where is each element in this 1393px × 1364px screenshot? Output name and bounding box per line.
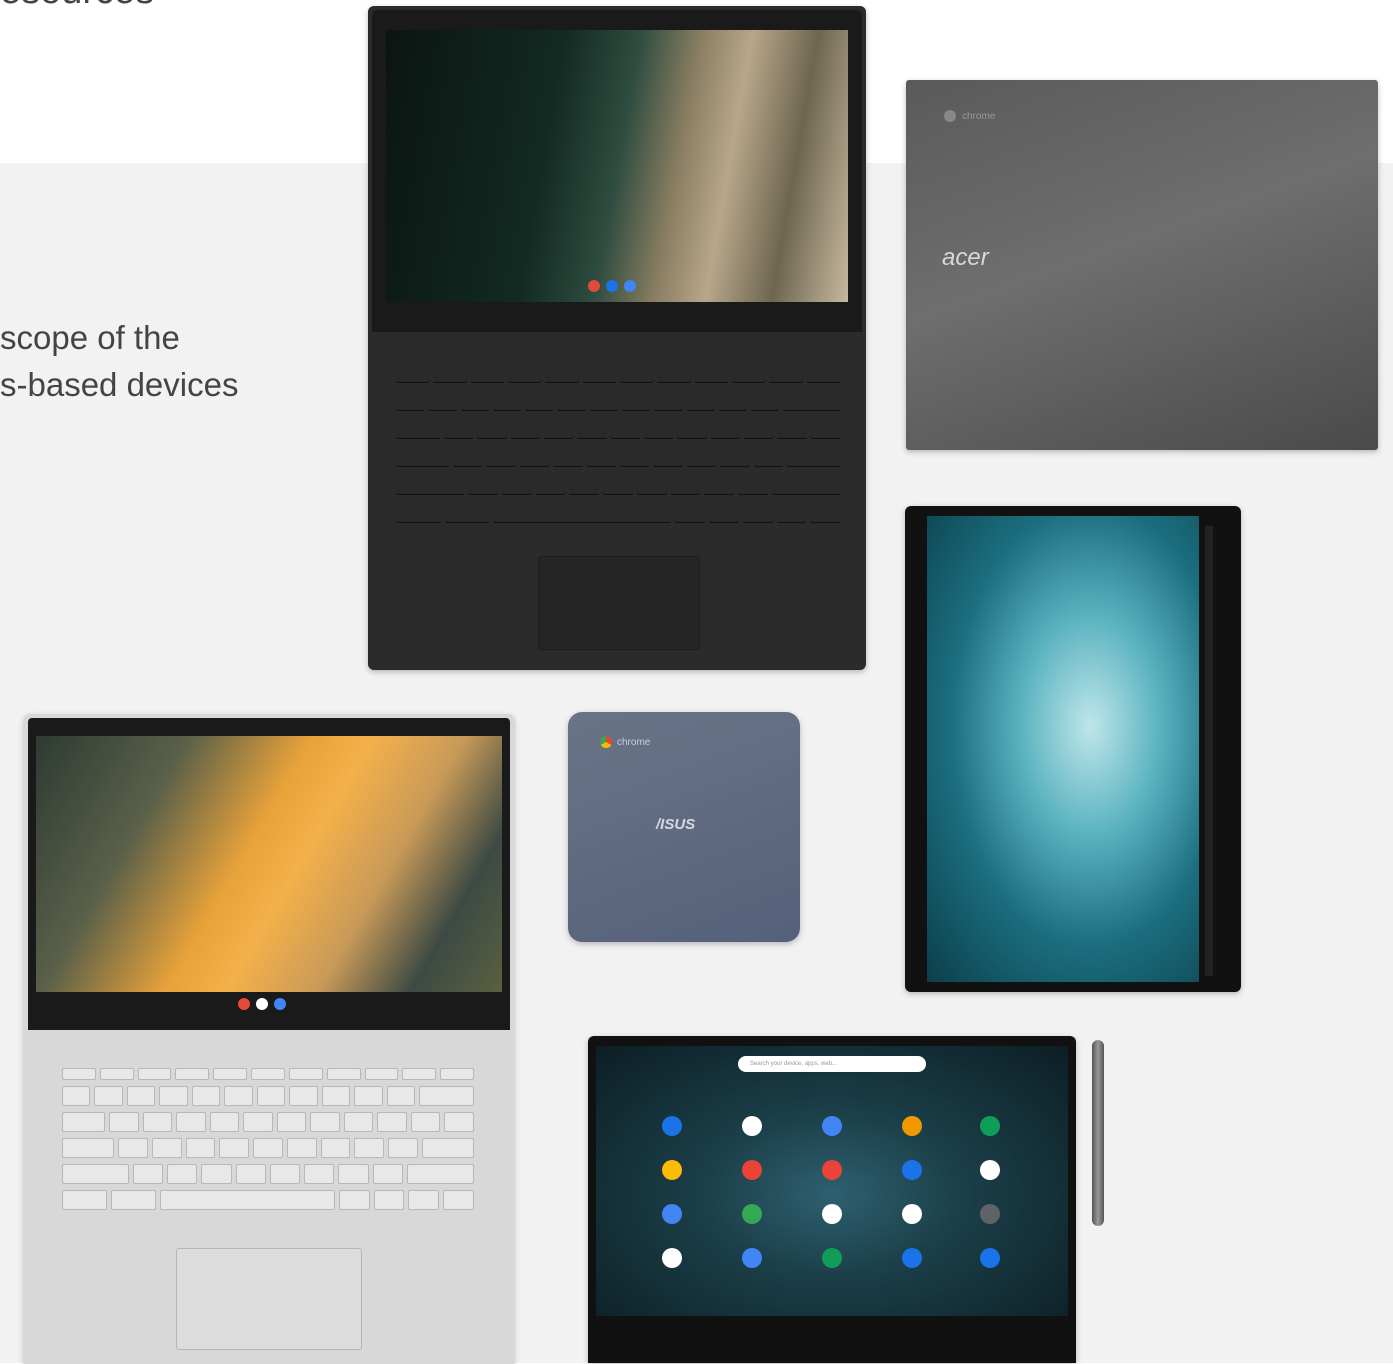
app-icon[interactable] [902, 1204, 922, 1224]
hp-chromebook-image [24, 714, 514, 1364]
files-icon [274, 998, 286, 1010]
convertible-tablet-image [905, 506, 1241, 992]
chrome-icon [238, 998, 250, 1010]
chrome-icon [600, 736, 612, 748]
app-icon[interactable] [980, 1248, 1000, 1268]
app-icon[interactable] [980, 1116, 1000, 1136]
play-store-icon[interactable] [980, 1160, 1000, 1180]
lenovo-chromebook-image [368, 6, 866, 670]
app-icon[interactable] [662, 1204, 682, 1224]
chrome-logo-badge: chrome [944, 110, 995, 122]
samsung-chromebook-image: Search your device, apps, web... [588, 1036, 1076, 1363]
lenovo-trackpad [538, 556, 700, 650]
app-icon[interactable] [822, 1248, 842, 1268]
lenovo-screen [372, 10, 862, 332]
acer-chromebook-image: chrome acer [906, 80, 1378, 450]
maps-icon[interactable] [742, 1204, 762, 1224]
samsung-app-grid [662, 1116, 1002, 1276]
hp-keyboard [62, 1068, 475, 1216]
gmail-icon[interactable] [742, 1116, 762, 1136]
intro-line-1: scope of the [0, 319, 180, 356]
acer-logo: acer [942, 244, 989, 271]
app-icon[interactable] [822, 1160, 842, 1180]
app-icon[interactable] [662, 1160, 682, 1180]
app-icon[interactable] [822, 1116, 842, 1136]
hp-trackpad [176, 1248, 362, 1350]
stylus-pen-image [1092, 1040, 1104, 1226]
asus-logo: /ISUS [656, 816, 696, 833]
app-icon[interactable] [742, 1248, 762, 1268]
intro-line-2: s-based devices [0, 366, 239, 403]
app-icon[interactable] [662, 1116, 682, 1136]
section-heading: esources [0, 0, 154, 13]
files-icon [624, 280, 636, 292]
asus-chromebox-image: chrome /ISUS [568, 712, 800, 942]
app-icon[interactable] [902, 1160, 922, 1180]
youtube-icon[interactable] [742, 1160, 762, 1180]
chrome-icon [588, 280, 600, 292]
hp-screen [28, 718, 510, 1030]
app-icon[interactable] [980, 1204, 1000, 1224]
intro-paragraph: scope of the s-based devices [0, 314, 238, 408]
drive-icon[interactable] [822, 1204, 842, 1224]
chrome-logo-badge: chrome [600, 736, 650, 748]
app-icon[interactable] [902, 1248, 922, 1268]
lenovo-keyboard [396, 371, 841, 529]
tablet-screen [927, 516, 1199, 982]
play-store-icon [606, 280, 618, 292]
launcher-search-bar[interactable]: Search your device, apps, web... [738, 1056, 926, 1072]
play-store-icon [256, 998, 268, 1010]
chrome-icon [944, 110, 956, 122]
photos-icon[interactable] [662, 1248, 682, 1268]
app-icon[interactable] [902, 1116, 922, 1136]
